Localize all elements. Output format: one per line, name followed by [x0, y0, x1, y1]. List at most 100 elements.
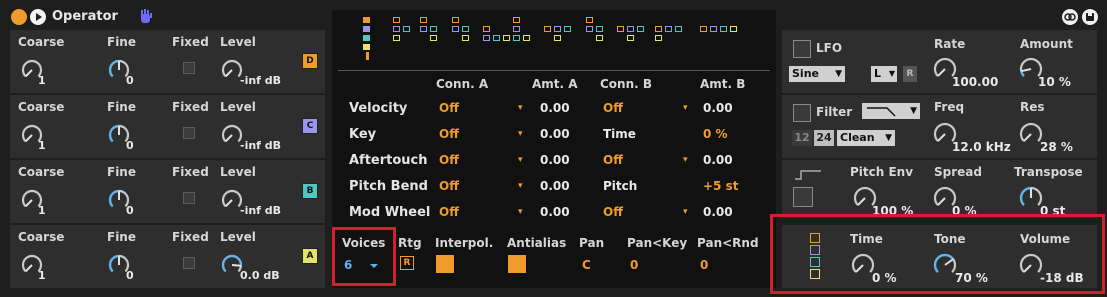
conn-a-select[interactable]: Off	[439, 179, 459, 193]
amt-a-value[interactable]: 0.00	[540, 153, 570, 167]
transpose-knob[interactable]	[1018, 185, 1044, 211]
fixed-checkbox[interactable]	[183, 257, 195, 269]
lfo-waveform-select[interactable]: Sine ▼	[789, 66, 845, 82]
algorithm-cell	[462, 26, 469, 32]
conn-b-select[interactable]: Pitch	[603, 179, 637, 193]
pitch-env-checkbox[interactable]	[793, 187, 813, 207]
algorithm-cell	[617, 26, 624, 32]
spread-knob[interactable]	[932, 185, 958, 211]
antialias-toggle[interactable]	[508, 255, 526, 273]
filter-res-label: Res	[1020, 100, 1045, 114]
algorithm-cell	[596, 26, 603, 32]
tone-knob[interactable]	[932, 252, 958, 278]
operator-tag[interactable]: D	[302, 53, 318, 69]
amt-a-value[interactable]: 0.00	[540, 179, 570, 193]
conn-b-select[interactable]: Off	[603, 101, 623, 115]
algorithm-cell	[637, 26, 644, 32]
pan-rnd-value[interactable]: 0	[700, 258, 708, 272]
interpolation-toggle[interactable]	[436, 255, 454, 273]
algorithm-output-tail	[366, 52, 369, 60]
pan-key-label: Pan<Key	[627, 236, 688, 250]
conn-a-select[interactable]: Off	[439, 101, 459, 115]
operator-tag[interactable]: B	[302, 183, 318, 199]
coarse-label: Coarse	[18, 230, 65, 244]
filter-res-knob[interactable]	[1018, 121, 1044, 147]
filter-res-value: 28 %	[1040, 140, 1073, 154]
fine-value: 0	[126, 204, 134, 217]
amt-a-value[interactable]: 0.00	[540, 205, 570, 219]
filter-enable-checkbox[interactable]	[793, 104, 811, 122]
chevron-down-icon[interactable]: ▾	[518, 103, 523, 113]
algorithm-cell	[363, 44, 370, 50]
time-knob[interactable]	[850, 252, 876, 278]
algorithm-cell	[675, 26, 682, 32]
lfo-amount-knob[interactable]	[1018, 56, 1044, 82]
algorithm-cell	[523, 35, 530, 41]
filter-type-select[interactable]: ▼	[862, 103, 920, 119]
chevron-down-icon[interactable]: ▾	[518, 129, 523, 139]
amt-a-value[interactable]: 0.00	[540, 101, 570, 115]
lfo-rate-knob[interactable]	[932, 56, 958, 82]
mod-source-label: Mod Wheel	[349, 205, 431, 220]
algorithm-cell	[513, 35, 520, 41]
slope-12-button[interactable]: 12	[792, 130, 812, 146]
device-fold-button[interactable]	[30, 9, 46, 25]
pitch-env-knob[interactable]	[852, 185, 878, 211]
chevron-down-icon[interactable]: ▾	[683, 103, 688, 113]
conn-a-select[interactable]: Off	[439, 153, 459, 167]
header-conn-a: Conn. A	[436, 77, 489, 91]
chevron-down-icon[interactable]: ▾	[518, 181, 523, 191]
amt-b-value[interactable]: 0.00	[703, 205, 733, 219]
amt-b-value[interactable]: +5 st	[703, 179, 738, 193]
algorithm-cell	[420, 26, 427, 32]
macro-link-icon[interactable]	[1062, 9, 1078, 25]
operator-tag[interactable]: A	[302, 248, 318, 264]
fine-label: Fine	[107, 230, 136, 244]
filter-circuit-select[interactable]: Clean ▼	[837, 130, 895, 146]
chevron-down-icon[interactable]: ▾	[518, 207, 523, 217]
pan-value[interactable]: C	[582, 258, 591, 272]
algorithm-cell	[363, 17, 370, 23]
mod-source-label: Pitch Bend	[349, 179, 428, 194]
amt-a-value[interactable]: 0.00	[540, 127, 570, 141]
conn-a-select[interactable]: Off	[439, 205, 459, 219]
pan-key-value[interactable]: 0	[630, 258, 638, 272]
algorithm-cell	[627, 35, 634, 41]
fixed-checkbox[interactable]	[183, 127, 195, 139]
lfo-range-select[interactable]: L ▼	[871, 66, 897, 82]
amt-b-value[interactable]: 0.00	[703, 101, 733, 115]
divider	[338, 70, 770, 71]
volume-knob[interactable]	[1018, 252, 1044, 278]
hand-icon[interactable]	[138, 8, 154, 26]
mod-source-label: Key	[349, 127, 377, 142]
fixed-checkbox[interactable]	[183, 62, 195, 74]
retrigger-button[interactable]: R	[400, 256, 414, 270]
chevron-down-icon[interactable]: ▾	[683, 207, 688, 217]
conn-b-select[interactable]: Off	[603, 153, 623, 167]
filter-freq-knob[interactable]	[932, 121, 958, 147]
algorithm-cell	[564, 26, 571, 32]
chevron-down-icon[interactable]: ▾	[518, 155, 523, 165]
header-amt-a: Amt. A	[532, 77, 578, 91]
slope-24-button[interactable]: 24	[814, 130, 834, 146]
operator-tag[interactable]: C	[302, 118, 318, 134]
save-preset-icon[interactable]	[1082, 9, 1098, 25]
transpose-label: Transpose	[1014, 165, 1083, 179]
conn-a-select[interactable]: Off	[439, 127, 459, 141]
lfo-retrigger-button[interactable]: R	[903, 66, 917, 82]
conn-b-select[interactable]: Off	[603, 205, 623, 219]
algorithm-cell	[720, 26, 727, 32]
algorithm-cell	[586, 26, 593, 32]
algorithm-cell	[403, 26, 410, 32]
amt-b-value[interactable]: 0 %	[703, 127, 728, 141]
algorithm-cell	[700, 26, 707, 32]
algorithm-cell	[452, 17, 459, 23]
conn-b-select[interactable]: Time	[603, 127, 636, 141]
fine-label: Fine	[107, 100, 136, 114]
device-power-toggle[interactable]	[11, 9, 27, 25]
amt-b-value[interactable]: 0.00	[703, 153, 733, 167]
lfo-enable-checkbox[interactable]	[793, 40, 811, 58]
chevron-down-icon[interactable]: ▾	[683, 155, 688, 165]
fixed-checkbox[interactable]	[183, 192, 195, 204]
coarse-value: 1	[38, 204, 46, 217]
